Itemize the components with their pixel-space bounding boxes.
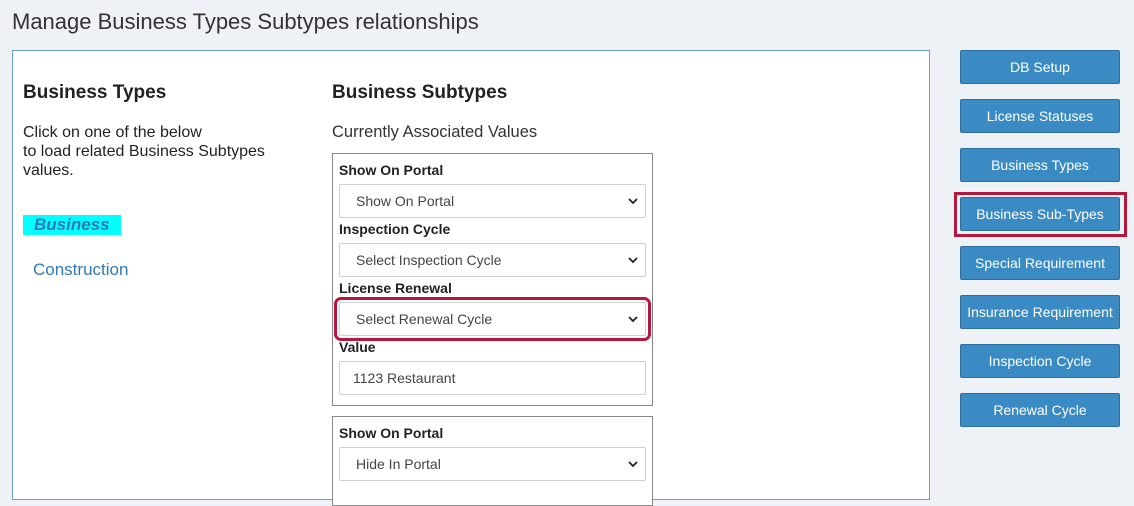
chevron-down-icon xyxy=(628,257,638,264)
chevron-down-icon xyxy=(628,316,638,323)
associated-values-label: Currently Associated Values xyxy=(332,123,538,141)
instruction-line: Click on one of the below xyxy=(23,124,202,141)
business-types-button[interactable]: Business Types xyxy=(960,148,1120,182)
license-renewal-select[interactable]: Select Renewal Cycle xyxy=(334,297,651,341)
license-renewal-label: License Renewal xyxy=(339,280,452,296)
chevron-down-icon xyxy=(628,198,638,205)
subtype-entry-card: Show On Portal Show On Portal Inspection… xyxy=(332,153,653,406)
insurance-requirement-button[interactable]: Insurance Requirement xyxy=(960,295,1120,329)
select-value: Select Renewal Cycle xyxy=(356,311,493,327)
subtype-entry-card: Show On Portal Hide In Portal xyxy=(332,416,653,506)
business-type-item-construction[interactable]: Construction xyxy=(33,260,128,280)
value-input[interactable]: 1123 Restaurant xyxy=(339,361,646,395)
show-on-portal-label: Show On Portal xyxy=(339,162,444,178)
renewal-cycle-button[interactable]: Renewal Cycle xyxy=(960,393,1120,427)
license-statuses-button[interactable]: License Statuses xyxy=(960,99,1120,133)
inspection-cycle-button[interactable]: Inspection Cycle xyxy=(960,344,1120,378)
special-requirement-button[interactable]: Special Requirement xyxy=(960,246,1120,280)
show-on-portal-label: Show On Portal xyxy=(339,425,444,441)
instruction-line: values. xyxy=(23,162,74,179)
select-value: Hide In Portal xyxy=(356,456,441,472)
inspection-cycle-label: Inspection Cycle xyxy=(339,221,451,237)
business-sub-types-button[interactable]: Business Sub-Types xyxy=(960,197,1120,231)
page-title: Manage Business Types Subtypes relations… xyxy=(12,9,479,34)
instruction-line: to load related Business Subtypes xyxy=(23,143,265,160)
db-setup-button[interactable]: DB Setup xyxy=(960,50,1120,84)
select-value: Select Inspection Cycle xyxy=(356,252,502,268)
show-on-portal-select[interactable]: Show On Portal xyxy=(339,184,646,218)
chevron-down-icon xyxy=(628,461,638,468)
select-value: Show On Portal xyxy=(356,193,455,209)
business-subtypes-heading: Business Subtypes xyxy=(332,82,508,103)
business-types-instructions: Click on one of the below to load relate… xyxy=(23,123,313,180)
inspection-cycle-select[interactable]: Select Inspection Cycle xyxy=(339,243,646,277)
value-label: Value xyxy=(339,339,376,355)
business-types-heading: Business Types xyxy=(23,82,167,103)
main-panel: Business Types Click on one of the below… xyxy=(12,50,930,506)
show-on-portal-select[interactable]: Hide In Portal xyxy=(339,447,646,481)
business-type-item-business[interactable]: Business xyxy=(23,215,121,235)
